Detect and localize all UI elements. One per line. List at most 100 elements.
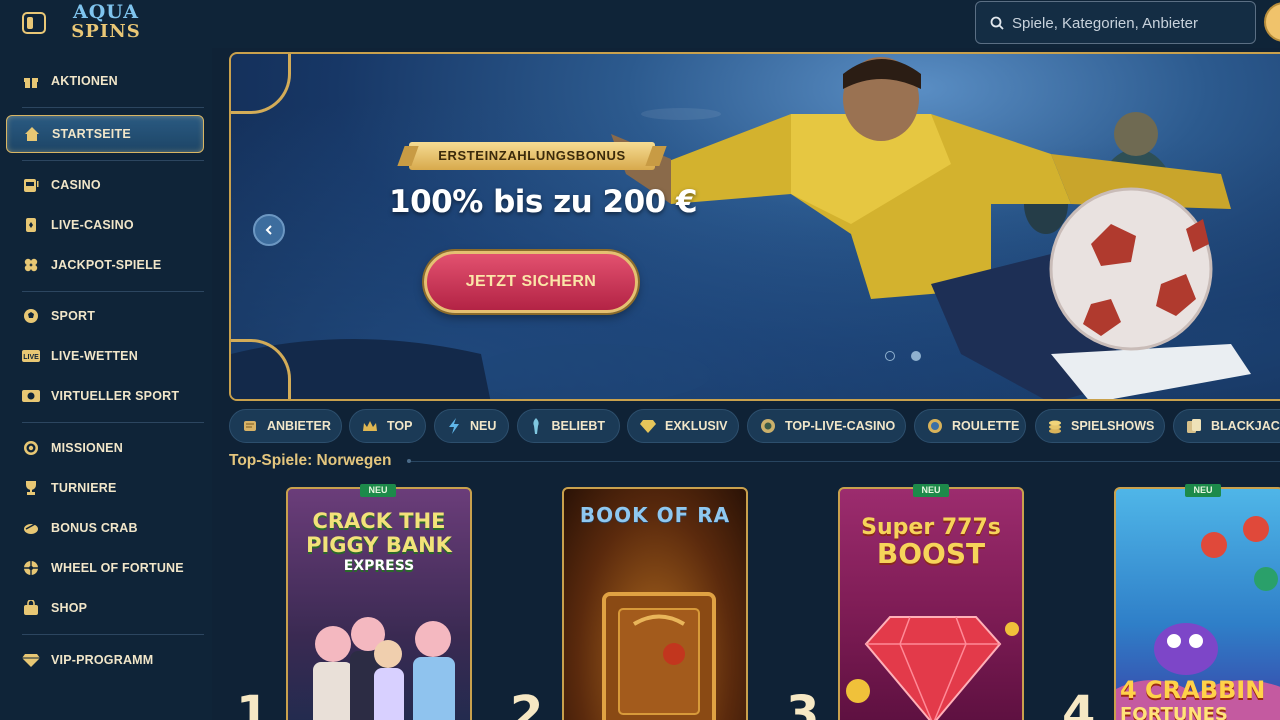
hero-pagination	[885, 351, 921, 363]
section-divider	[407, 459, 1280, 463]
trophy-icon	[22, 479, 40, 497]
gift-icon	[22, 72, 40, 90]
sidebar-item-aktionen[interactable]: AKTIONEN	[6, 62, 204, 100]
soccer-ball-icon	[22, 307, 40, 325]
sidebar-item-casino[interactable]: CASINO	[6, 166, 204, 204]
search-icon	[990, 16, 1004, 30]
game-card-4-crabbin-fortunes[interactable]: 4 CRABBIN FORTUNES	[1114, 487, 1280, 720]
roulette-icon	[927, 417, 943, 435]
slot-machine-icon	[22, 176, 40, 194]
tab-label: ROULETTE	[952, 419, 1020, 433]
sidebar-item-sport[interactable]: SPORT	[6, 297, 204, 335]
hero-badge: ERSTEINZAHLUNGSBONUS	[409, 142, 655, 170]
sidebar-item-label: LIVE-WETTEN	[51, 349, 138, 363]
live-icon: LIVE	[22, 347, 40, 365]
sidebar-item-virtueller-sport[interactable]: VIRTUELLER SPORT	[6, 377, 204, 415]
game-rank: 2	[510, 686, 544, 720]
game-art	[846, 616, 1019, 720]
hero-cta-button[interactable]: JETZT SICHERN	[424, 251, 638, 313]
sidebar-item-label: LIVE-CASINO	[51, 218, 134, 232]
tab-label: BELIEBT	[551, 419, 605, 433]
tab-blackjack[interactable]: BLACKJACK	[1173, 409, 1280, 443]
sidebar-item-label: STARTSEITE	[52, 127, 131, 141]
slide-dot-1[interactable]	[885, 351, 895, 361]
cards-icon	[1186, 417, 1202, 435]
tab-neu[interactable]: NEU	[434, 409, 509, 443]
logo-line-2: SPINS	[71, 21, 141, 42]
top-bar: AQUA SPINS	[0, 0, 1280, 48]
hero-title: 100% bis zu 200 €	[389, 184, 698, 220]
sidebar-item-vip-programm[interactable]: VIP-PROGRAMM	[6, 641, 204, 679]
tab-beliebt[interactable]: BELIEBT	[517, 409, 620, 443]
sidebar-item-missionen[interactable]: MISSIONEN	[6, 429, 204, 467]
tab-label: SPIELSHOWS	[1071, 419, 1155, 433]
sidebar-item-label: JACKPOT-SPIELE	[51, 258, 162, 272]
bag-icon	[22, 599, 40, 617]
new-badge: NEU	[913, 484, 949, 497]
game-card-book-of-ra[interactable]: BOOK OF RA	[562, 487, 748, 720]
crown-icon	[362, 417, 378, 435]
search-box[interactable]	[975, 1, 1256, 44]
sidebar-item-label: SHOP	[51, 601, 88, 615]
tab-anbieter[interactable]: ANBIETER	[229, 409, 342, 443]
card-icon	[22, 216, 40, 234]
hero-illustration	[231, 57, 1251, 399]
tab-spielshows[interactable]: SPIELSHOWS	[1035, 409, 1165, 443]
section-title: Top-Spiele: Norwegen	[229, 452, 392, 469]
sidebar-item-shop[interactable]: SHOP	[6, 589, 204, 627]
tab-label: EXKLUSIV	[665, 419, 728, 433]
tab-top[interactable]: TOP	[349, 409, 426, 443]
chevron-left-icon	[265, 225, 272, 235]
tab-exklusiv[interactable]: EXKLUSIV	[627, 409, 739, 443]
diamond-icon	[22, 651, 40, 669]
game-title: BOOK OF RA	[579, 503, 731, 527]
sidebar-item-label: BONUS CRAB	[51, 521, 138, 535]
sidebar-item-startseite[interactable]: STARTSEITE	[6, 115, 204, 153]
sidebar-item-turniere[interactable]: TURNIERE	[6, 469, 204, 507]
tab-roulette[interactable]: ROULETTE	[914, 409, 1026, 443]
search-input[interactable]	[1012, 12, 1242, 34]
target-icon	[22, 439, 40, 457]
game-art	[602, 592, 716, 720]
hero-banner[interactable]: ERSTEINZAHLUNGSBONUS 100% bis zu 200 € J…	[229, 52, 1280, 401]
sidebar-item-live-wetten[interactable]: LIVE LIVE-WETTEN	[6, 337, 204, 375]
game-title: Super 777s BOOST	[861, 515, 1001, 570]
hero-prev-button[interactable]	[253, 214, 285, 246]
sidebar-item-label: WHEEL OF FORTUNE	[51, 561, 184, 575]
tab-top-live-casino[interactable]: TOP-LIVE-CASINO	[747, 409, 906, 443]
wheel-icon	[22, 559, 40, 577]
lightning-icon	[447, 417, 461, 435]
sidebar-item-label: AKTIONEN	[51, 74, 118, 88]
sidebar-item-bonus-crab[interactable]: BONUS CRAB	[6, 509, 204, 547]
slide-dot-2[interactable]	[911, 351, 921, 361]
sidebar-item-label: CASINO	[51, 178, 101, 192]
category-tabs: ANBIETER TOP NEU BELIEBT EXKLUSIV TOP-LI…	[229, 409, 1280, 443]
avatar[interactable]	[1264, 2, 1280, 42]
sidebar-item-label: VIP-PROGRAMM	[51, 653, 154, 667]
game-rank: 3	[786, 686, 820, 720]
new-badge: NEU	[1185, 484, 1221, 497]
logo[interactable]: AQUA SPINS	[66, 2, 146, 46]
coins-icon	[1048, 417, 1062, 435]
sidebar: AKTIONEN STARTSEITE CASINO LIVE-CASINO J…	[0, 48, 212, 720]
scroll-icon	[242, 417, 258, 435]
game-title: CRACK THE PIGGY BANK EXPRESS	[306, 509, 452, 574]
new-badge: NEU	[360, 484, 396, 497]
game-card-super-777s-boost[interactable]: Super 777s BOOST	[838, 487, 1024, 720]
screen-ball-icon	[22, 387, 40, 405]
tab-label: BLACKJACK	[1211, 419, 1280, 433]
tab-label: TOP-LIVE-CASINO	[785, 419, 896, 433]
claw-icon	[22, 519, 40, 537]
clover-icon	[22, 256, 40, 274]
game-card-crack-the-piggy-bank[interactable]: CRACK THE PIGGY BANK EXPRESS	[286, 487, 472, 720]
sidebar-item-label: TURNIERE	[51, 481, 117, 495]
game-title: 4 CRABBIN FORTUNES	[1120, 676, 1266, 720]
tab-label: NEU	[470, 419, 497, 433]
sidebar-item-jackpot-spiele[interactable]: JACKPOT-SPIELE	[6, 246, 204, 284]
torch-icon	[530, 417, 543, 435]
tab-label: ANBIETER	[267, 419, 331, 433]
home-icon	[23, 125, 41, 143]
sidebar-item-wheel-of-fortune[interactable]: WHEEL OF FORTUNE	[6, 549, 204, 587]
sidebar-toggle-icon[interactable]	[22, 12, 46, 34]
sidebar-item-live-casino[interactable]: LIVE-CASINO	[6, 206, 204, 244]
